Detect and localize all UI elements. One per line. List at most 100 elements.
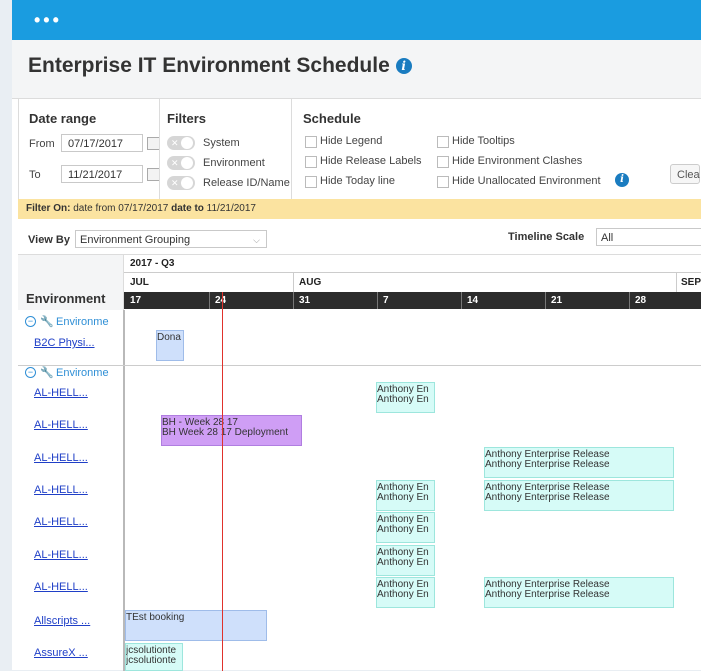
hide-unallocated-label: Hide Unallocated Environment: [452, 175, 601, 187]
week-label: 24: [215, 295, 227, 306]
hide-release-labels-checkbox[interactable]: [305, 156, 317, 168]
collapse-icon[interactable]: −: [25, 367, 36, 378]
release-filter-label: Release ID/Name: [203, 177, 290, 189]
hide-legend-checkbox[interactable]: [305, 136, 317, 148]
date-range-title: Date range: [29, 111, 97, 126]
booking-bar[interactable]: Anthony En Anthony En: [376, 577, 435, 608]
schedule-title: Schedule: [303, 111, 361, 126]
filter-on-to: 11/21/2017: [206, 203, 256, 214]
to-label: To: [29, 169, 41, 181]
today-line: [222, 292, 223, 671]
divider: [124, 272, 701, 273]
environment-row-link[interactable]: AL-HELL...: [34, 387, 88, 399]
week-label: 7: [383, 295, 389, 306]
booking-bar[interactable]: Anthony En Anthony En: [376, 382, 435, 413]
group-label[interactable]: Environme: [56, 316, 109, 328]
booking-label: Anthony Enterprise Release: [485, 459, 610, 470]
week-header-bar: 17 24 31 7 14 21 28: [124, 292, 701, 309]
from-label: From: [29, 138, 55, 150]
divider: [18, 365, 701, 366]
hide-tooltips-checkbox[interactable]: [437, 136, 449, 148]
top-bar: •••: [12, 0, 701, 40]
booking-bar[interactable]: Anthony Enterprise Release Anthony Enterp…: [484, 447, 674, 478]
clear-button[interactable]: Clea: [670, 164, 700, 184]
quarter-label: 2017 - Q3: [130, 258, 175, 269]
hide-today-line-label: Hide Today line: [320, 175, 396, 187]
environment-toggle[interactable]: ✕: [167, 156, 195, 170]
release-toggle[interactable]: ✕: [167, 176, 195, 190]
hide-env-clashes-label: Hide Environment Clashes: [452, 155, 583, 167]
info-icon[interactable]: i: [395, 58, 412, 75]
environment-row-link[interactable]: AL-HELL...: [34, 452, 88, 464]
environment-row-link[interactable]: AssureX ...: [34, 647, 88, 659]
booking-label: Anthony En: [377, 492, 429, 503]
week-label: 21: [551, 295, 563, 306]
info-icon[interactable]: i: [615, 173, 629, 187]
main-panel: Enterprise IT Environment Schedule i Dat…: [12, 40, 701, 671]
timeline-scale-label: Timeline Scale: [508, 231, 585, 243]
system-toggle[interactable]: ✕: [167, 136, 195, 150]
chevron-down-icon: ⌵: [253, 235, 260, 245]
month-jul: JUL: [130, 277, 149, 288]
page-title: Enterprise IT Environment Schedule i: [28, 54, 412, 78]
hide-today-line-checkbox[interactable]: [305, 176, 317, 188]
booking-bar[interactable]: jcsolutionte jcsolutionte: [125, 643, 183, 671]
week-label: 31: [299, 295, 311, 306]
hide-release-labels-label: Hide Release Labels: [320, 155, 422, 167]
environment-column-header: Environment: [18, 255, 124, 310]
divider: [293, 273, 294, 292]
from-date-input[interactable]: 07/17/2017: [61, 134, 143, 152]
environment-row-link[interactable]: AL-HELL...: [34, 419, 88, 431]
environment-row-link[interactable]: Allscripts ...: [34, 615, 90, 627]
divider: [676, 273, 677, 292]
view-by-select[interactable]: Environment Grouping ⌵: [75, 230, 267, 248]
booking-label: Dona: [157, 332, 181, 343]
environment-row-link[interactable]: B2C Physi...: [34, 337, 95, 349]
filter-on-text: date to: [168, 203, 207, 214]
filter-on-banner: Filter On: date from 07/17/2017 date to …: [18, 199, 701, 219]
system-filter-label: System: [203, 137, 240, 149]
booking-label: Anthony En: [377, 589, 429, 600]
timeline-scale-select[interactable]: All: [596, 228, 701, 246]
booking-bar[interactable]: TEst booking: [125, 610, 267, 641]
booking-bar[interactable]: Anthony En Anthony En: [376, 545, 435, 576]
group-label[interactable]: Environme: [56, 367, 109, 379]
schedule-grid: Environment 2017 - Q3 JUL AUG SEP 17 24 …: [18, 254, 701, 671]
month-aug: AUG: [299, 277, 322, 288]
environment-row-link[interactable]: AL-HELL...: [34, 581, 88, 593]
divider: [377, 292, 378, 309]
wrench-icon: 🔧: [40, 316, 54, 328]
booking-label: jcsolutionte: [126, 655, 177, 666]
title-area: Enterprise IT Environment Schedule i: [12, 40, 701, 99]
filter-on-prefix: Filter On:: [26, 203, 71, 214]
booking-bar[interactable]: Anthony Enterprise Release Anthony Enterp…: [484, 577, 674, 608]
environment-row-link[interactable]: AL-HELL...: [34, 549, 88, 561]
filter-on-from: 07/17/2017: [118, 203, 169, 214]
divider: [291, 99, 292, 199]
environment-filter-label: Environment: [203, 157, 265, 169]
booking-bar[interactable]: Anthony Enterprise Release Anthony Enterp…: [484, 480, 674, 511]
booking-label: Anthony Enterprise Release: [485, 492, 610, 503]
booking-label: Anthony En: [377, 394, 429, 405]
environment-row-link[interactable]: AL-HELL...: [34, 516, 88, 528]
wrench-icon: 🔧: [40, 367, 54, 379]
view-by-row: View By Environment Grouping ⌵ Timeline …: [12, 220, 701, 256]
filters-title: Filters: [167, 111, 207, 126]
week-label: 17: [130, 295, 142, 306]
month-sep: SEP: [681, 277, 701, 288]
booking-bar[interactable]: Dona: [156, 330, 184, 361]
environment-row-link[interactable]: AL-HELL...: [34, 484, 88, 496]
menu-dots-icon[interactable]: •••: [34, 10, 62, 31]
booking-label: Anthony En: [377, 557, 429, 568]
booking-bar[interactable]: Anthony En Anthony En: [376, 480, 435, 511]
hide-tooltips-label: Hide Tooltips: [452, 135, 515, 147]
collapse-icon[interactable]: −: [25, 316, 36, 327]
hide-unallocated-checkbox[interactable]: [437, 176, 449, 188]
booking-bar[interactable]: Anthony En Anthony En: [376, 512, 435, 543]
hide-env-clashes-checkbox[interactable]: [437, 156, 449, 168]
to-date-input[interactable]: 11/21/2017: [61, 165, 143, 183]
divider: [159, 99, 160, 199]
hide-legend-label: Hide Legend: [320, 135, 383, 147]
booking-bar[interactable]: BH - Week 28 17 BH Week 28 17 Deployment: [161, 415, 302, 446]
booking-label: Anthony Enterprise Release: [485, 589, 610, 600]
